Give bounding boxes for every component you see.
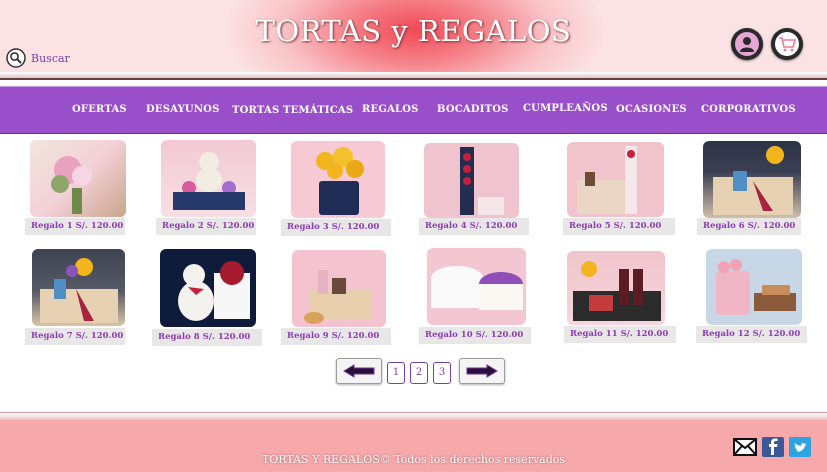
nav-item-corporativos[interactable]: CORPORATIVOS [701, 104, 796, 115]
mail-icon [733, 438, 757, 456]
nav-item-cumpleanos[interactable]: CUMPLEAÑOS [523, 103, 608, 114]
product-caption: Regalo 3 S/. 120.00 [281, 219, 391, 236]
page-button-2[interactable]: 2 [410, 362, 428, 384]
product-image [427, 248, 526, 325]
header-divider [0, 72, 827, 80]
search-label: Buscar [31, 51, 70, 65]
email-link[interactable] [733, 437, 757, 457]
product-caption: Regalo 2 S/. 120.00 [156, 218, 256, 235]
product-image [567, 251, 665, 325]
cart-icon-bg [775, 32, 799, 56]
page-button-1[interactable]: 1 [387, 362, 405, 384]
product-caption: Regalo 11 S/. 120.00 [564, 326, 676, 343]
product-image [292, 250, 386, 327]
next-page-button[interactable] [459, 358, 505, 384]
product-image [703, 141, 801, 218]
nav-item-ofertas[interactable]: OFERTAS [72, 104, 127, 115]
product-caption: Regalo 7 S/. 120.00 [25, 328, 125, 345]
main-nav: OFERTAS DESAYUNOS TORTAS TEMÁTICAS REGAL… [0, 86, 827, 134]
product-caption: Regalo 9 S/. 120.00 [281, 328, 391, 345]
product-image [160, 249, 256, 327]
arrow-right-icon [466, 364, 498, 378]
product-image [291, 141, 385, 218]
arrow-left-icon [343, 364, 375, 378]
nav-item-tortas-tematicas[interactable]: TORTAS TEMÁTICAS [232, 105, 353, 116]
product-image [706, 249, 802, 325]
user-icon-bg [735, 32, 759, 56]
footer-copyright: TORTAS Y REGALOS© Todos los derechos res… [261, 453, 566, 466]
nav-item-ocasiones[interactable]: OCASIONES [616, 104, 687, 115]
product-caption: Regalo 10 S/. 120.00 [419, 327, 531, 344]
search-button[interactable]: Buscar [6, 48, 70, 68]
site-title: TORTAS y REGALOS [255, 14, 572, 48]
nav-item-regalos[interactable]: REGALOS [362, 104, 419, 115]
product-image [161, 140, 256, 217]
product-caption: Regalo 4 S/. 120.00 [419, 218, 529, 235]
nav-item-desayunos[interactable]: DESAYUNOS [146, 104, 220, 115]
user-account-button[interactable] [731, 28, 763, 60]
product-image [567, 142, 664, 217]
twitter-link[interactable] [789, 437, 811, 457]
product-caption: Regalo 1 S/. 120.00 [25, 218, 125, 235]
product-caption: Regalo 5 S/. 120.00 [563, 218, 675, 235]
prev-page-button[interactable] [336, 358, 382, 384]
user-icon [740, 37, 754, 52]
product-image [32, 249, 125, 326]
twitter-icon [789, 437, 811, 457]
facebook-link[interactable] [762, 437, 784, 457]
facebook-icon [762, 437, 784, 457]
product-caption: Regalo 12 S/. 120.00 [696, 326, 807, 343]
product-caption: Regalo 8 S/. 120.00 [152, 329, 262, 346]
product-image [30, 140, 126, 217]
search-icon [6, 48, 26, 68]
product-image [424, 143, 519, 218]
product-caption: Regalo 6 S/. 120.00 [697, 218, 801, 235]
nav-item-bocaditos[interactable]: BOCADITOS [437, 104, 509, 115]
page-button-3[interactable]: 3 [433, 362, 451, 384]
shopping-cart-icon [779, 37, 796, 52]
shopping-cart-button[interactable] [771, 28, 803, 60]
